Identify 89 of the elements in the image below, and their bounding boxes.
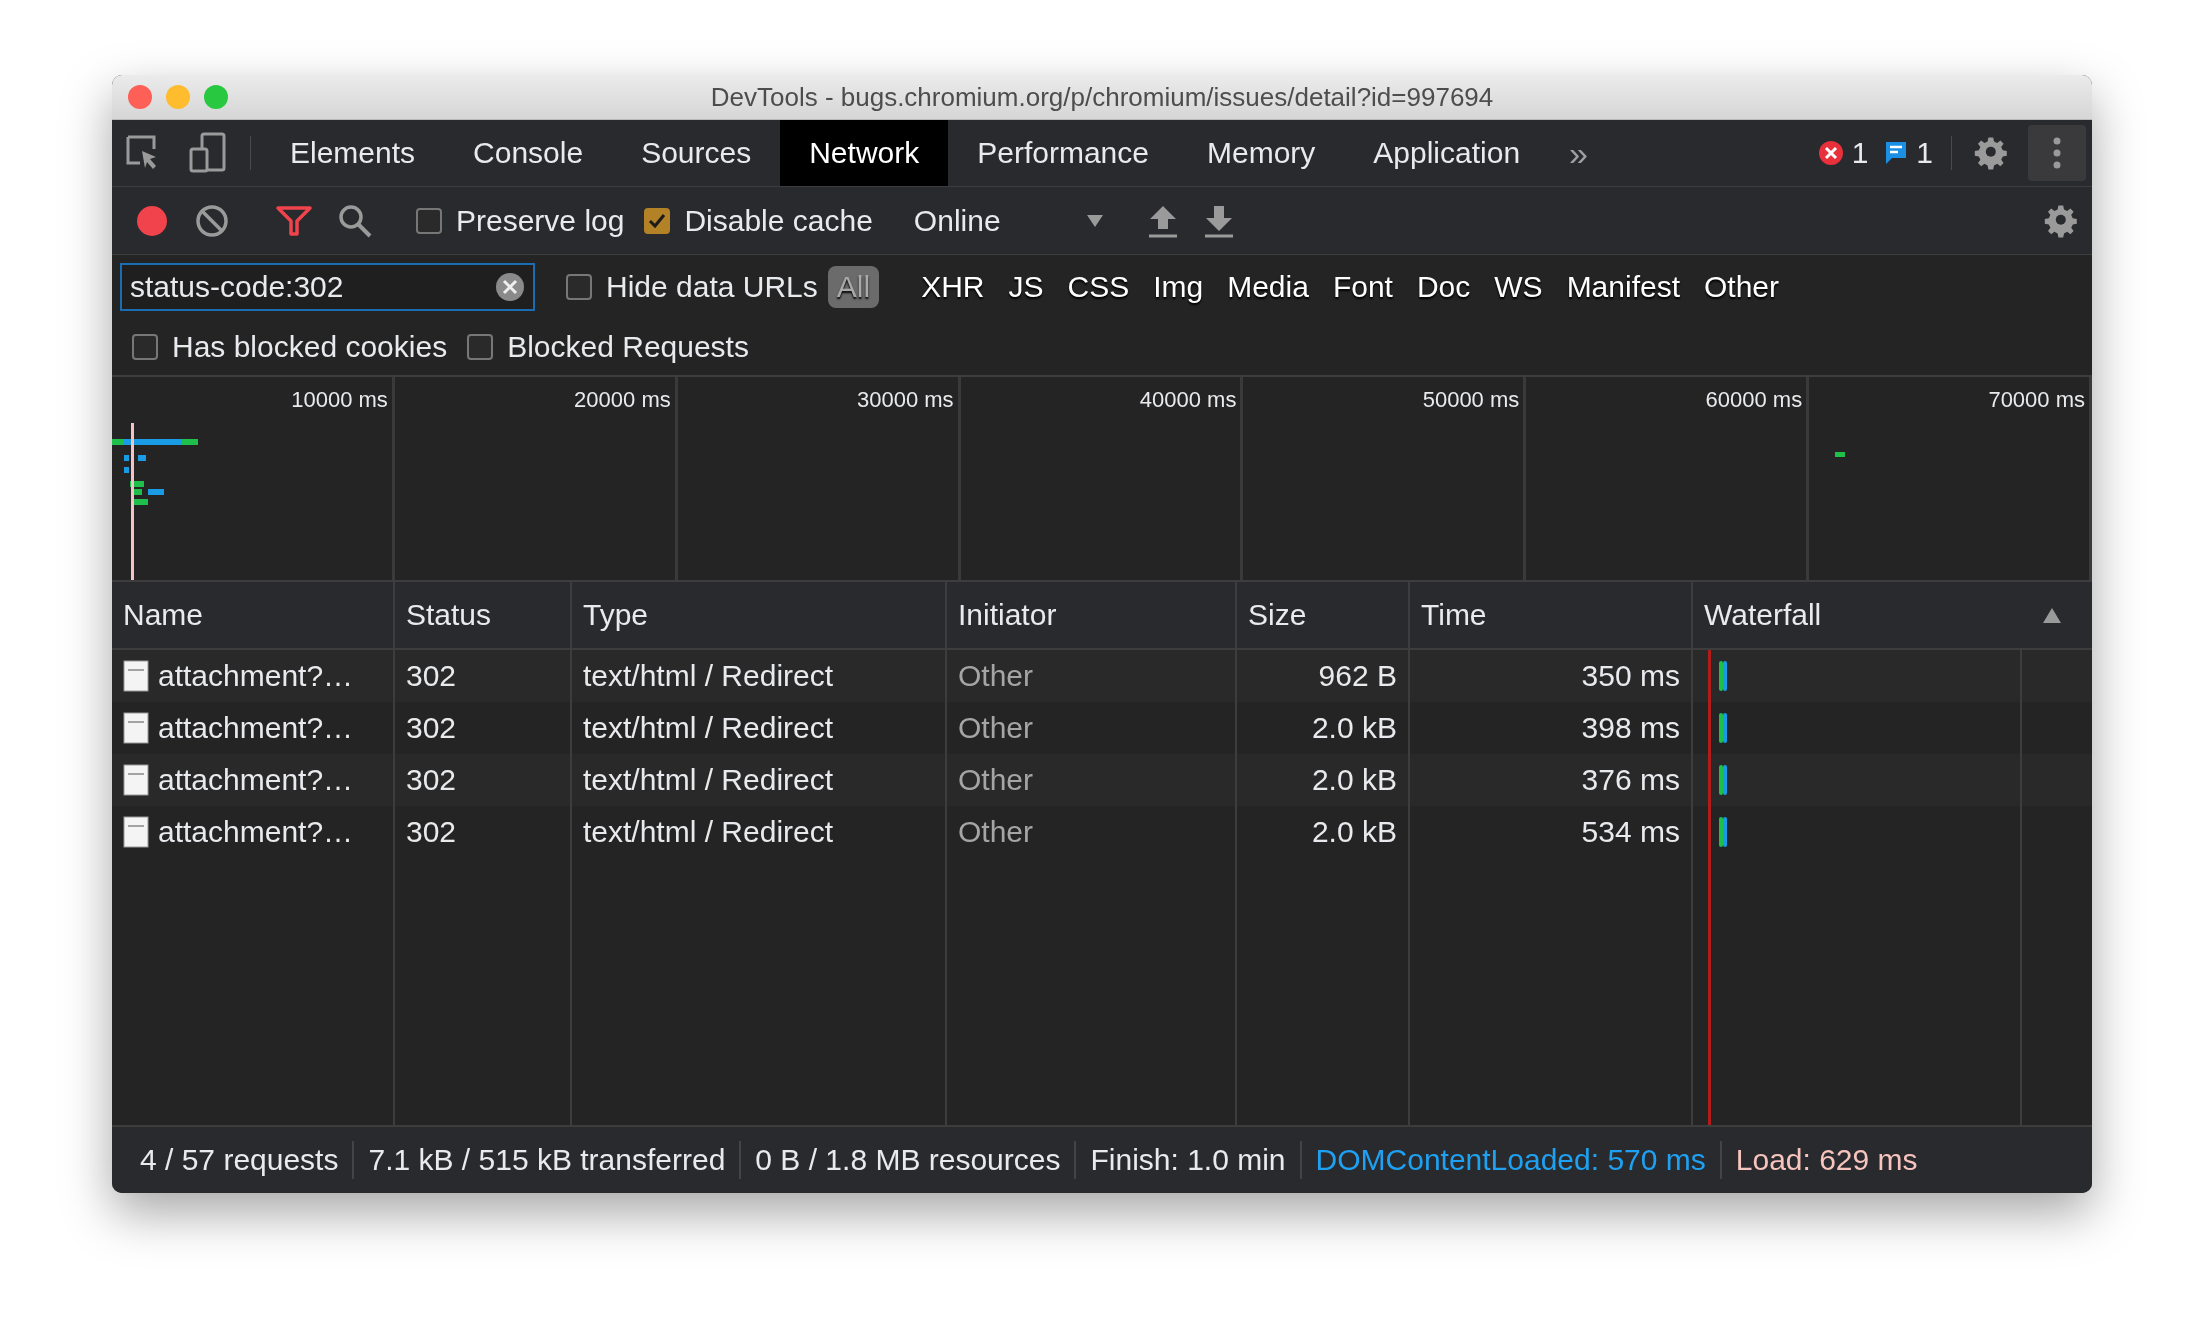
- initiator: Other: [958, 815, 1034, 849]
- caret-icon: [1085, 213, 1104, 228]
- waterfall-bar: [1716, 815, 1730, 849]
- transfer-size: 962 B: [1318, 659, 1397, 693]
- preserve-log-checkbox[interactable]: Preserve log: [406, 203, 635, 238]
- request-time: 534 ms: [1581, 815, 1680, 849]
- request-name[interactable]: attachment?…: [158, 815, 354, 849]
- blocked-requests-checkbox[interactable]: Blocked Requests: [457, 329, 759, 364]
- filter-input[interactable]: status-code:302: [130, 264, 495, 309]
- column-header[interactable]: Time: [1410, 582, 1693, 648]
- clear-filter-icon[interactable]: [495, 271, 525, 302]
- more-dots-icon: [2053, 137, 2061, 169]
- panel-tab[interactable]: Network: [780, 120, 949, 186]
- timeline-tick-label: 10000 ms: [291, 387, 388, 413]
- panel-tab[interactable]: Elements: [261, 120, 445, 186]
- blocked-cookies-checkbox[interactable]: Has blocked cookies: [122, 329, 458, 364]
- status-summary: 7.1 kB / 515 kB transferred: [367, 1143, 727, 1177]
- type-filter-button[interactable]: CSS: [1058, 265, 1139, 308]
- panel-tab[interactable]: Console: [444, 120, 613, 186]
- type-filter-button[interactable]: Font: [1323, 265, 1402, 308]
- resource-type: text/html / Redirect: [583, 711, 834, 745]
- timeline-tick-label: 40000 ms: [1139, 387, 1237, 413]
- type-filter-button[interactable]: XHR: [912, 265, 994, 308]
- column-header[interactable]: Size: [1237, 582, 1410, 648]
- status-code: 302: [406, 711, 457, 745]
- request-name[interactable]: attachment?…: [158, 763, 354, 797]
- status-code: 302: [406, 815, 457, 849]
- sort-arrow-icon: [2042, 606, 2062, 624]
- timeline-tick-label: 30000 ms: [856, 387, 954, 413]
- resource-type: text/html / Redirect: [583, 763, 834, 797]
- window-title: DevTools - bugs.chromium.org/p/chromium/issues/detail?id=997694: [710, 81, 1494, 112]
- request-time: 398 ms: [1581, 711, 1680, 745]
- initiator: Other: [958, 659, 1034, 693]
- timeline-tick-label: 70000 ms: [1988, 387, 2085, 413]
- column-header[interactable]: Name: [112, 582, 395, 648]
- status-code: 302: [406, 659, 457, 693]
- type-filter-button[interactable]: Manifest: [1557, 265, 1689, 308]
- timeline-tick-label: 20000 ms: [574, 387, 671, 413]
- checkmark-icon: [648, 212, 667, 229]
- dom-content-loaded-time: DOMContentLoaded: 570 ms: [1314, 1143, 1707, 1177]
- disable-cache-checkbox[interactable]: Disable cache: [634, 203, 883, 238]
- transfer-size: 2.0 kB: [1311, 815, 1397, 849]
- type-filter-button[interactable]: Img: [1144, 265, 1213, 308]
- panel-tab[interactable]: Sources: [612, 120, 781, 186]
- throttling-dropdown[interactable]: Online: [903, 203, 1114, 238]
- hide-data-urls-checkbox[interactable]: Hide data URLs: [556, 269, 828, 304]
- panel-tab[interactable]: Memory: [1178, 120, 1345, 186]
- column-header[interactable]: Type: [572, 582, 947, 648]
- initiator: Other: [958, 711, 1034, 745]
- type-filter-button[interactable]: Doc: [1407, 265, 1480, 308]
- more-tabs-button[interactable]: »: [1549, 120, 1608, 186]
- type-filter-button[interactable]: Other: [1695, 265, 1789, 308]
- type-filter-button[interactable]: Media: [1218, 265, 1318, 308]
- status-code: 302: [406, 763, 457, 797]
- initiator: Other: [958, 763, 1034, 797]
- filter-field[interactable]: status-code:302: [120, 262, 535, 311]
- timeline-tick-label: 50000 ms: [1422, 387, 1520, 413]
- document-icon: [123, 816, 149, 848]
- message-icon: [1884, 140, 1909, 166]
- status-summary: Finish: 1.0 min: [1089, 1143, 1287, 1177]
- panel-tab[interactable]: Performance: [948, 120, 1178, 186]
- panel-tab[interactable]: Application: [1344, 120, 1550, 186]
- document-icon: [123, 660, 149, 692]
- status-summary: 4 / 57 requests: [139, 1143, 340, 1177]
- more-options-button[interactable]: [2028, 125, 2086, 181]
- transfer-size: 2.0 kB: [1311, 763, 1397, 797]
- type-filter-button[interactable]: JS: [999, 265, 1053, 308]
- request-time: 376 ms: [1581, 763, 1680, 797]
- resource-type: text/html / Redirect: [583, 659, 834, 693]
- request-name[interactable]: attachment?…: [158, 659, 354, 693]
- request-name[interactable]: attachment?…: [158, 711, 354, 745]
- waterfall-bar: [1716, 763, 1730, 797]
- timeline-tick-label: 60000 ms: [1705, 387, 1803, 413]
- load-time: Load: 629 ms: [1734, 1143, 1919, 1177]
- document-icon: [123, 712, 149, 744]
- status-summary: 0 B / 1.8 MB resources: [754, 1143, 1062, 1177]
- transfer-size: 2.0 kB: [1311, 711, 1397, 745]
- waterfall-bar: [1716, 711, 1730, 745]
- error-count[interactable]: 1: [1851, 136, 1869, 170]
- type-filter-button[interactable]: WS: [1485, 265, 1552, 308]
- column-header[interactable]: Waterfall: [1693, 582, 2092, 648]
- waterfall-bar: [1716, 659, 1730, 693]
- resource-type: text/html / Redirect: [583, 815, 834, 849]
- document-icon: [123, 764, 149, 796]
- column-header[interactable]: Initiator: [947, 582, 1237, 648]
- request-time: 350 ms: [1581, 659, 1680, 693]
- message-count[interactable]: 1: [1916, 136, 1933, 170]
- column-header[interactable]: Status: [395, 582, 572, 648]
- error-icon: [1817, 140, 1844, 166]
